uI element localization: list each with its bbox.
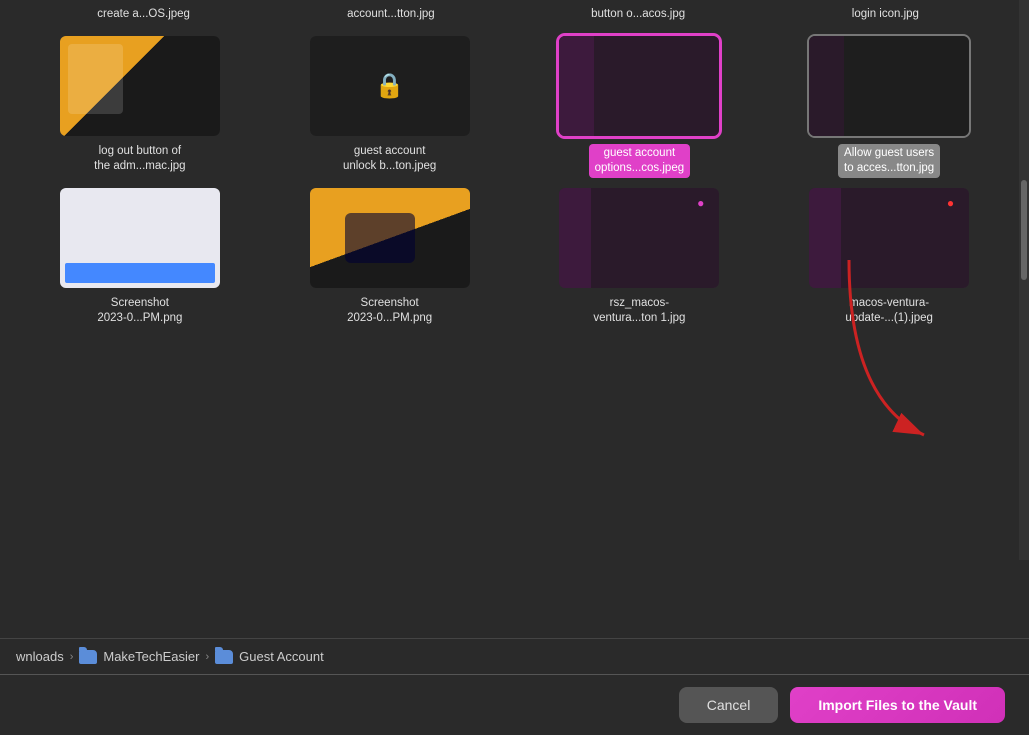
grid-item-allow-guest[interactable]: Allow guest users to acces...tton.jpg [769, 36, 1009, 178]
grid-label-allow-guest: Allow guest users to acces...tton.jpg [838, 144, 940, 178]
grid-label-log-out: log out button of the adm...mac.jpg [94, 144, 185, 174]
breadcrumb-chevron-2: › [205, 651, 209, 663]
breadcrumb-bar: wnloads › MakeTechEasier › Guest Account [0, 638, 1029, 674]
breadcrumb-folder-icon-2 [215, 650, 233, 664]
breadcrumb-guest-account: Guest Account [239, 649, 324, 664]
grid-label-3: login icon.jpg [762, 8, 1009, 20]
cancel-button[interactable]: Cancel [679, 687, 779, 723]
import-button[interactable]: Import Files to the Vault [790, 687, 1005, 723]
breadcrumb-folder-icon-1 [79, 650, 97, 664]
breadcrumb-downloads: wnloads [16, 649, 64, 664]
grid-item-macos[interactable]: macos-ventura- update-...(1).jpeg [769, 188, 1009, 326]
grid-label-screenshot2: Screenshot 2023-0...PM.png [347, 296, 432, 326]
grid-label-guest-unlock: guest account unlock b...ton.jpeg [343, 144, 436, 174]
grid-label-macos: macos-ventura- update-...(1).jpeg [845, 296, 933, 326]
breadcrumb-chevron-1: › [70, 651, 74, 663]
grid-item-screenshot1[interactable]: Screenshot 2023-0...PM.png [20, 188, 260, 326]
grid-label-rsz: rsz_macos- ventura...ton 1.jpg [593, 296, 685, 326]
grid-label-1: account...tton.jpg [267, 8, 514, 20]
scrollbar-track[interactable] [1019, 0, 1029, 560]
grid-item-guest-unlock[interactable]: guest account unlock b...ton.jpeg [270, 36, 510, 178]
main-area: create a...OS.jpeg account...tton.jpg bu… [0, 0, 1029, 638]
grid-item-guest-options[interactable]: guest account options...cos.jpeg [520, 36, 760, 178]
grid-label-guest-options: guest account options...cos.jpeg [589, 144, 691, 178]
action-bar: Cancel Import Files to the Vault [0, 674, 1029, 735]
grid-item-log-out[interactable]: log out button of the adm...mac.jpg [20, 36, 260, 178]
grid-label-0: create a...OS.jpeg [20, 8, 267, 20]
grid-item-rsz[interactable]: rsz_macos- ventura...ton 1.jpg [520, 188, 760, 326]
grid-item-screenshot2[interactable]: Screenshot 2023-0...PM.png [270, 188, 510, 326]
grid-label-screenshot1: Screenshot 2023-0...PM.png [97, 296, 182, 326]
scrollbar-thumb[interactable] [1021, 180, 1027, 280]
grid-label-2: button o...acos.jpg [515, 8, 762, 20]
breadcrumb-make-tech-easier: MakeTechEasier [103, 649, 199, 664]
